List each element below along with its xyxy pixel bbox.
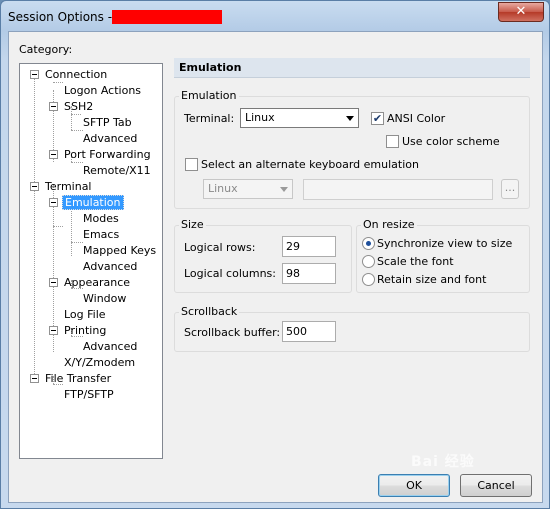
tree-item-emulation-advanced[interactable]: Advanced (81, 259, 139, 274)
tree-expander-ssh2[interactable] (49, 102, 58, 111)
logical-columns-label: Logical columns: (184, 267, 276, 280)
tree-line (71, 114, 81, 115)
tree-line (34, 76, 35, 376)
scrollback-buffer-input[interactable]: 500 (282, 321, 336, 342)
sync-view-radio[interactable] (362, 237, 375, 250)
tree-item-xyzmodem[interactable]: X/Y/Zmodem (62, 355, 137, 370)
use-color-scheme-label: Use color scheme (402, 135, 500, 148)
redacted-session-name (112, 10, 222, 24)
tree-item-file-transfer[interactable]: File Transfer (43, 371, 113, 386)
sync-view-label: Synchronize view to size (377, 237, 513, 250)
tree-item-modes[interactable]: Modes (81, 211, 121, 226)
browse-button: ... (501, 179, 519, 199)
alt-keyboard-label: Select an alternate keyboard emulation (201, 158, 419, 171)
dialog-client-area: Category: Connection Logon Actions SSH2 … (8, 31, 543, 503)
logical-columns-input[interactable]: 98 (282, 263, 336, 284)
size-group-title: Size (179, 218, 206, 231)
tree-item-appearance[interactable]: Appearance (62, 275, 132, 290)
tree-item-ssh2[interactable]: SSH2 (62, 99, 95, 114)
tree-item-emacs[interactable]: Emacs (81, 227, 121, 242)
tree-expander-file-transfer[interactable] (30, 374, 39, 383)
chevron-down-icon (280, 187, 288, 192)
alt-keyboard-checkbox[interactable] (185, 158, 198, 171)
scrollback-buffer-label: Scrollback buffer: (184, 326, 281, 339)
scale-font-radio[interactable] (362, 255, 375, 268)
window-title: Session Options - (8, 10, 113, 24)
retain-size-label: Retain size and font (377, 273, 487, 286)
tree-item-window[interactable]: Window (81, 291, 128, 306)
tree-item-terminal[interactable]: Terminal (43, 179, 94, 194)
tree-item-connection[interactable]: Connection (43, 67, 109, 82)
tree-item-port-forwarding[interactable]: Port Forwarding (62, 147, 153, 162)
terminal-select-value: Linux (245, 111, 275, 124)
category-tree[interactable]: Connection Logon Actions SSH2 SFTP Tab A… (19, 63, 163, 459)
tree-item-remote-x11[interactable]: Remote/X11 (81, 163, 153, 178)
tree-item-logon-actions[interactable]: Logon Actions (62, 83, 143, 98)
alt-keyboard-select: Linux (203, 179, 293, 199)
alt-keyboard-path-input (303, 179, 493, 200)
scrollback-group-title: Scrollback (179, 305, 240, 318)
tree-item-log-file[interactable]: Log File (62, 307, 108, 322)
cancel-button[interactable]: Cancel (460, 474, 532, 497)
terminal-select[interactable]: Linux (240, 108, 359, 128)
tree-item-printing-advanced[interactable]: Advanced (81, 339, 139, 354)
tree-expander-connection[interactable] (30, 70, 39, 79)
ansi-color-label: ANSI Color (387, 112, 446, 125)
terminal-label: Terminal: (184, 112, 235, 125)
panel-header: Emulation (174, 58, 530, 78)
tree-expander-emulation[interactable] (49, 198, 58, 207)
scale-font-label: Scale the font (377, 255, 454, 268)
emulation-group-title: Emulation (179, 89, 239, 102)
category-label: Category: (19, 43, 73, 56)
tree-expander-port-forwarding[interactable] (49, 150, 58, 159)
tree-expander-terminal[interactable] (30, 182, 39, 191)
session-options-window: Session Options - ✕ Category: Connection… (0, 0, 550, 509)
chevron-down-icon (346, 116, 354, 121)
logical-rows-label: Logical rows: (184, 241, 256, 254)
ansi-color-checkbox[interactable]: ✔ (371, 112, 384, 125)
close-button[interactable]: ✕ (498, 2, 544, 22)
tree-item-printing[interactable]: Printing (62, 323, 108, 338)
tree-item-ssh2-advanced[interactable]: Advanced (81, 131, 139, 146)
use-color-scheme-checkbox[interactable] (386, 135, 399, 148)
tree-expander-appearance[interactable] (49, 278, 58, 287)
alt-keyboard-select-value: Linux (208, 182, 238, 195)
baidu-watermark: Bai 经验 (411, 454, 475, 470)
title-bar[interactable]: Session Options - ✕ (1, 1, 549, 31)
retain-size-radio[interactable] (362, 273, 375, 286)
tree-item-sftp-tab[interactable]: SFTP Tab (81, 115, 134, 130)
tree-line (53, 226, 63, 227)
tree-item-ftp-sftp[interactable]: FTP/SFTP (62, 387, 116, 402)
tree-expander-printing[interactable] (49, 326, 58, 335)
on-resize-group-title: On resize (361, 218, 417, 231)
tree-item-mapped-keys[interactable]: Mapped Keys (81, 243, 158, 258)
logical-rows-input[interactable]: 29 (282, 236, 336, 257)
ok-button[interactable]: OK (378, 474, 450, 497)
tree-item-emulation[interactable]: Emulation (62, 195, 124, 210)
